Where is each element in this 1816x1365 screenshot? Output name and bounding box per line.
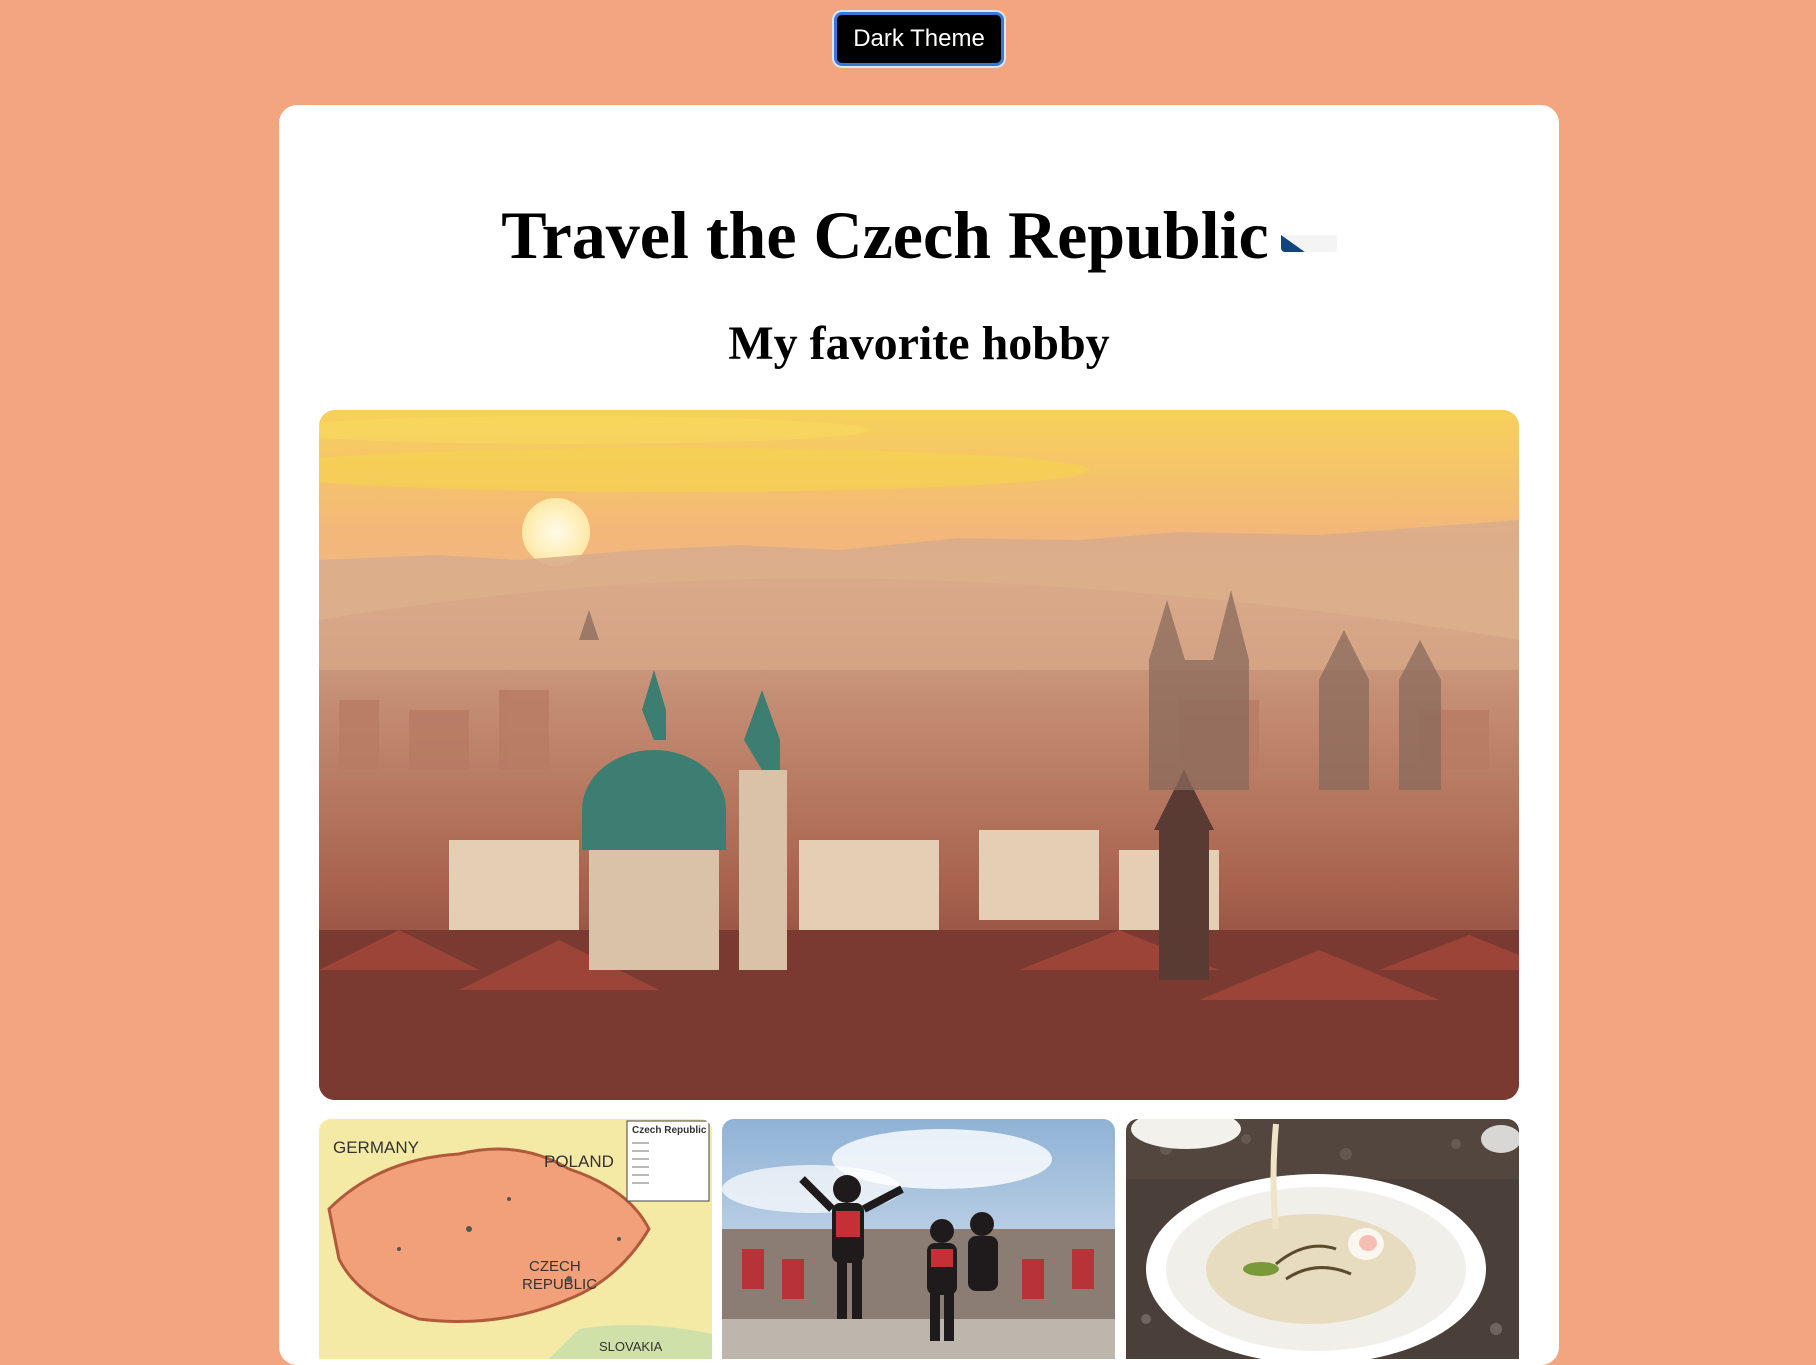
map-label-poland: POLAND (544, 1152, 614, 1171)
page-title: Travel the Czech Republic (279, 195, 1559, 277)
czech-map-image: Czech Republic GERMANY POLAND CZECH REPU… (319, 1119, 712, 1359)
map-label-slovakia: SLOVAKIA (599, 1339, 663, 1354)
map-label-czech: CZECH (529, 1258, 581, 1275)
map-legend-title: Czech Republic (632, 1125, 707, 1136)
page-subtitle: My favorite hobby (728, 317, 1110, 370)
prague-skyline-image (319, 410, 1519, 1100)
dark-theme-button[interactable]: Dark Theme (834, 12, 1004, 66)
map-label-republic: REPUBLIC (522, 1276, 597, 1293)
page-title-text: Travel the Czech Republic (501, 197, 1269, 273)
map-label-germany: GERMANY (333, 1138, 419, 1157)
folk-dancers-image (722, 1119, 1115, 1359)
soup-dish-image (1126, 1119, 1519, 1359)
czech-flag-icon (1280, 212, 1337, 252)
content-card: Travel the Czech Republic My favorite ho… (279, 105, 1559, 1365)
